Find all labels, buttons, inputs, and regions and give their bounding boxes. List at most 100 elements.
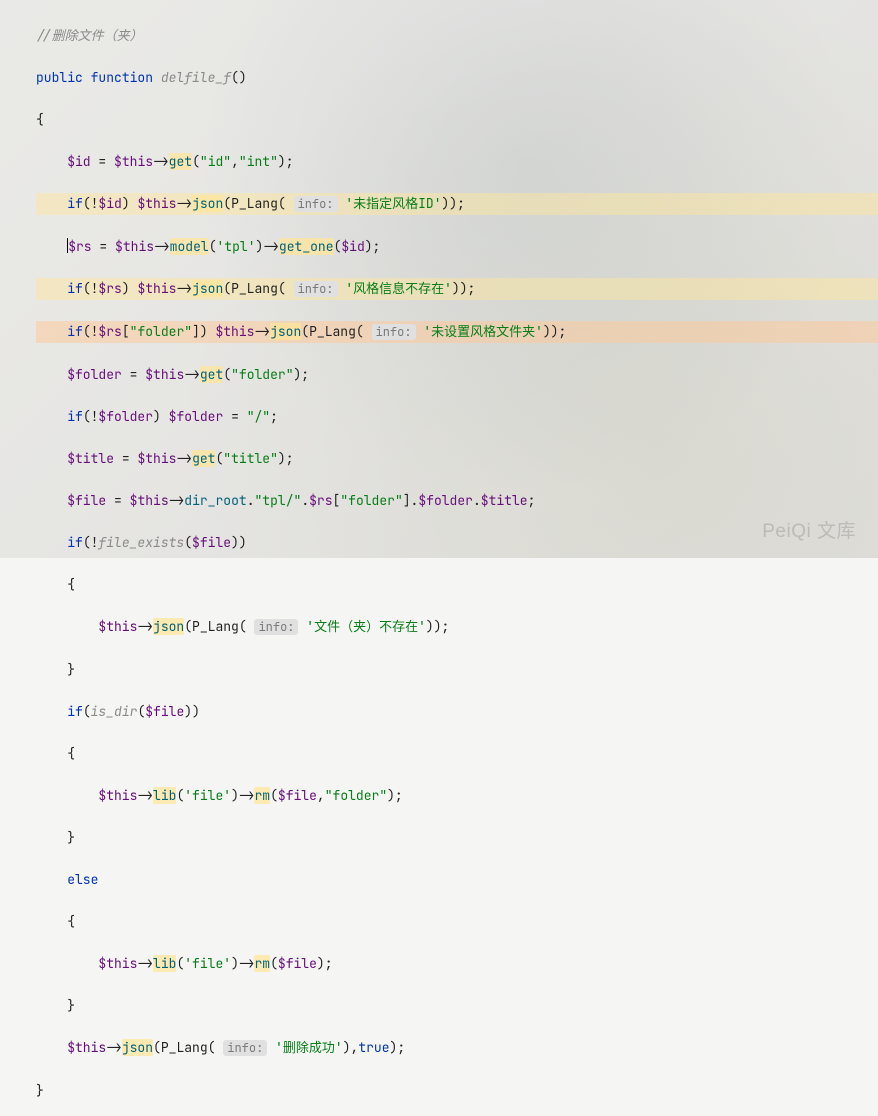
brace: { [67, 913, 75, 930]
string: "tpl/" [255, 492, 302, 509]
string: '删除成功' [275, 1039, 343, 1056]
code-line: $this->lib('file')->rm($file,"folder"); [36, 785, 878, 806]
param-hint: info: [372, 324, 416, 340]
code-line: { [36, 911, 878, 932]
code-line: $folder = $this->get("folder"); [36, 364, 878, 385]
comment-text: //删除文件（夹） [36, 27, 143, 44]
variable: $title [67, 450, 114, 467]
string: "folder" [340, 492, 402, 509]
code-line: $this->lib('file')->rm($file); [36, 953, 878, 974]
param-hint: info: [294, 281, 338, 297]
property: dir_root [184, 492, 246, 509]
variable: $this [215, 323, 254, 340]
string: "folder" [231, 366, 293, 383]
code-line: } [36, 995, 878, 1016]
function-call: P_Lang [231, 195, 278, 212]
code-line: if(is_dir($file)) [36, 701, 878, 722]
string: '未指定风格ID' [345, 195, 441, 212]
code-line: if(!$rs["folder"]) $this->json(P_Lang( i… [36, 321, 878, 343]
variable: $id [67, 153, 90, 170]
variable: $this [130, 492, 169, 509]
string: 'tpl' [217, 238, 256, 255]
variable: $rs [98, 323, 121, 340]
brace: { [36, 111, 44, 128]
method: lib [153, 955, 176, 972]
variable: $rs [309, 492, 332, 509]
method: get [192, 450, 215, 467]
string: '文件（夹）不存在' [306, 618, 426, 635]
brace: } [36, 1082, 44, 1099]
variable: $folder [98, 408, 153, 425]
function-call: P_Lang [192, 618, 239, 635]
param-hint: info: [223, 1040, 267, 1056]
method: lib [153, 787, 176, 804]
keyword: else [67, 871, 98, 888]
variable: $rs [98, 280, 121, 297]
variable: $id [341, 238, 364, 255]
string: "/" [247, 408, 270, 425]
keyword: if [67, 534, 83, 551]
method: json [192, 280, 223, 297]
function-call: P_Lang [309, 323, 356, 340]
variable: $file [278, 955, 317, 972]
code-line: $this->json(P_Lang( info: '文件（夹）不存在')); [36, 616, 878, 638]
variable: $this [137, 280, 176, 297]
variable: $file [67, 492, 106, 509]
variable: $this [67, 1039, 106, 1056]
string: "id" [200, 153, 231, 170]
method: json [153, 618, 184, 635]
keyword: function [91, 69, 153, 86]
brace: } [67, 661, 75, 678]
code-line: $title = $this->get("title"); [36, 448, 878, 469]
variable: $file [278, 787, 317, 804]
code-line: } [36, 827, 878, 848]
code-line: else [36, 869, 878, 890]
keyword: if [67, 195, 83, 212]
code-line: if(!$id) $this->json(P_Lang( info: '未指定风… [36, 193, 878, 215]
keyword: if [67, 703, 83, 720]
watermark-text: PeiQi 文库 [762, 521, 856, 542]
param-hint: info: [254, 619, 298, 635]
variable: $this [137, 195, 176, 212]
code-block: //删除文件（夹） public function delfile_f() { … [0, 0, 878, 1116]
string: "folder" [130, 323, 192, 340]
variable: $rs [68, 238, 91, 255]
string: "title" [223, 450, 278, 467]
variable: $file [192, 534, 231, 551]
brace: { [67, 576, 75, 593]
keyword: if [67, 323, 83, 340]
method: json [192, 195, 223, 212]
function-call: file_exists [98, 534, 184, 551]
variable: $folder [169, 408, 224, 425]
brace: { [67, 745, 75, 762]
variable: $this [98, 955, 137, 972]
function-call: P_Lang [231, 280, 278, 297]
keyword: public [36, 69, 83, 86]
code-line: //删除文件（夹） [36, 25, 878, 46]
variable: $this [115, 238, 154, 255]
method: json [270, 323, 301, 340]
code-line: { [36, 743, 878, 764]
variable: $this [98, 787, 137, 804]
string: "folder" [325, 787, 387, 804]
code-line: $file = $this->dir_root."tpl/".$rs["fold… [36, 490, 878, 511]
method: get_one [279, 238, 334, 255]
method: model [170, 238, 209, 255]
code-line: $this->json(P_Lang( info: '删除成功'),true); [36, 1037, 878, 1059]
brace: } [67, 829, 75, 846]
param-hint: info: [294, 196, 338, 212]
variable: $folder [67, 366, 122, 383]
code-line: } [36, 1080, 878, 1101]
function-call: P_Lang [161, 1039, 208, 1056]
variable: $file [145, 703, 184, 720]
string: '未设置风格文件夹' [423, 323, 543, 340]
method: rm [254, 787, 270, 804]
method: rm [254, 955, 270, 972]
punct: () [231, 69, 247, 86]
variable: $this [137, 450, 176, 467]
variable: $this [98, 618, 137, 635]
keyword: if [67, 280, 83, 297]
string: '风格信息不存在' [345, 280, 452, 297]
string: 'file' [184, 955, 231, 972]
code-line: } [36, 659, 878, 680]
